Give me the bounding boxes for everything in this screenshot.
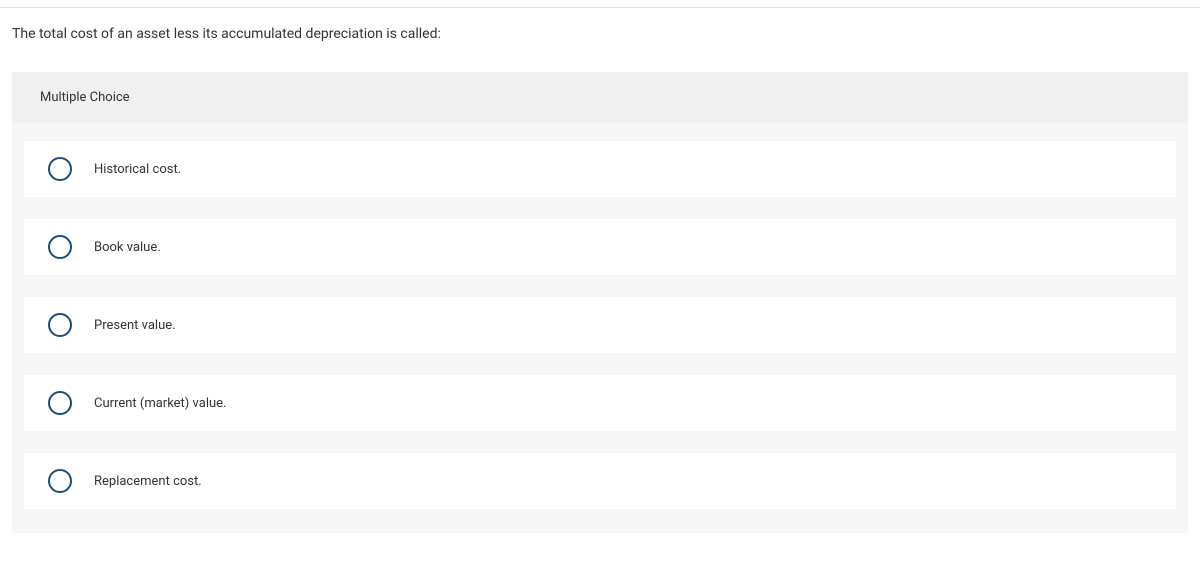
question-container: Multiple Choice Historical cost. Book va… xyxy=(12,72,1188,533)
options-wrapper: Historical cost. Book value. Present val… xyxy=(12,123,1188,509)
radio-icon[interactable] xyxy=(48,313,72,337)
option-row[interactable]: Present value. xyxy=(24,297,1176,353)
section-header: Multiple Choice xyxy=(12,72,1188,123)
radio-icon[interactable] xyxy=(48,391,72,415)
option-row[interactable]: Book value. xyxy=(24,219,1176,275)
option-label: Current (market) value. xyxy=(94,396,226,411)
option-row[interactable]: Historical cost. xyxy=(24,141,1176,197)
option-label: Historical cost. xyxy=(94,162,181,177)
option-row[interactable]: Current (market) value. xyxy=(24,375,1176,431)
question-text: The total cost of an asset less its accu… xyxy=(0,8,1200,60)
radio-icon[interactable] xyxy=(48,157,72,181)
option-label: Present value. xyxy=(94,318,176,333)
top-divider xyxy=(0,0,1200,8)
option-row[interactable]: Replacement cost. xyxy=(24,453,1176,509)
option-label: Replacement cost. xyxy=(94,474,202,489)
radio-icon[interactable] xyxy=(48,469,72,493)
radio-icon[interactable] xyxy=(48,235,72,259)
option-label: Book value. xyxy=(94,240,161,255)
